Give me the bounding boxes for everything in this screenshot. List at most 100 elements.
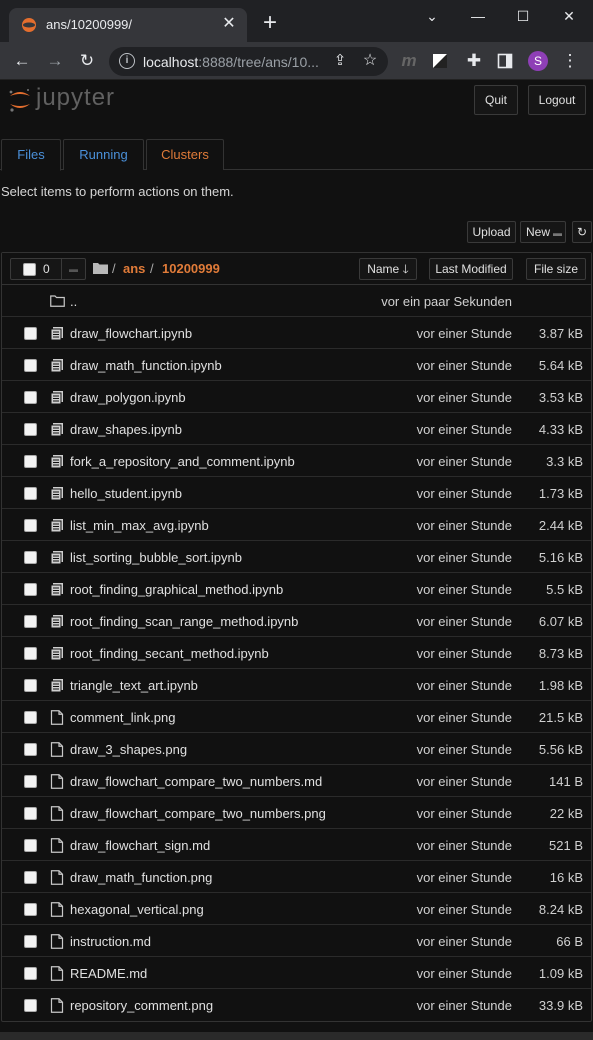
jupyter-logo-icon[interactable] [6,86,34,114]
row-checkbox[interactable] [24,423,37,436]
row-checkbox[interactable] [24,807,37,820]
parent-directory-row[interactable]: .. vor ein paar Sekunden [2,285,591,317]
breadcrumb-current[interactable]: 10200999 [162,261,220,276]
parent-directory-link[interactable]: .. [70,294,77,309]
select-all-checkbox[interactable] [23,263,36,276]
file-row[interactable]: fork_a_repository_and_comment.ipynb vor e… [2,445,591,477]
folder-icon[interactable] [93,262,108,274]
file-row[interactable]: draw_3_shapes.png vor einer Stunde 5.56 kB [2,733,591,765]
file-name-link[interactable]: repository_comment.png [70,998,213,1013]
sort-by-size-button[interactable]: File size [526,258,586,280]
row-checkbox[interactable] [24,519,37,532]
row-checkbox[interactable] [24,999,37,1012]
sort-by-name-button[interactable]: Name 🡓 [359,258,417,280]
file-row[interactable]: README.md vor einer Stunde 1.09 kB [2,957,591,989]
profile-avatar[interactable]: S [528,51,548,71]
file-row[interactable]: hello_student.ipynb vor einer Stunde 1.73 … [2,477,591,509]
menu-kebab-icon[interactable]: ⋮ [559,50,581,72]
reload-icon[interactable]: ↻ [76,50,98,72]
browser-tab[interactable]: ans/10200999/ ✕ [9,8,247,42]
row-checkbox[interactable] [24,647,37,660]
file-row[interactable]: draw_flowchart.ipynb vor einer Stunde 3.87… [2,317,591,349]
file-row[interactable]: root_finding_scan_range_method.ipynb vor … [2,605,591,637]
file-name-link[interactable]: comment_link.png [70,710,176,725]
file-name-link[interactable]: draw_polygon.ipynb [70,390,186,405]
file-row[interactable]: root_finding_graphical_method.ipynb vor e… [2,573,591,605]
extensions-puzzle-icon[interactable]: ✚ [463,50,485,72]
side-panel-icon[interactable] [497,53,513,69]
file-name-link[interactable]: draw_flowchart_compare_two_numbers.md [70,774,322,789]
file-name-link[interactable]: hello_student.ipynb [70,486,182,501]
row-checkbox[interactable] [24,935,37,948]
file-row[interactable]: list_sorting_bubble_sort.ipynb vor einer … [2,541,591,573]
row-checkbox[interactable] [24,679,37,692]
breadcrumb-ans[interactable]: ans [123,261,145,276]
file-name-link[interactable]: fork_a_repository_and_comment.ipynb [70,454,295,469]
file-name-link[interactable]: list_min_max_avg.ipynb [70,518,209,533]
row-checkbox[interactable] [24,615,37,628]
file-row[interactable]: draw_flowchart_compare_two_numbers.png vo… [2,797,591,829]
file-row[interactable]: root_finding_secant_method.ipynb vor eine… [2,637,591,669]
tab-running[interactable]: Running [63,139,144,170]
file-name-link[interactable]: instruction.md [70,934,151,949]
file-name-link[interactable]: root_finding_secant_method.ipynb [70,646,269,661]
file-name-link[interactable]: draw_flowchart_compare_two_numbers.png [70,806,326,821]
file-name-link[interactable]: list_sorting_bubble_sort.ipynb [70,550,242,565]
info-icon[interactable]: i [119,53,135,69]
new-dropdown-button[interactable]: New ▬ [520,221,566,243]
file-name-link[interactable]: draw_flowchart_sign.md [70,838,210,853]
url-text[interactable]: localhost:8888/tree/ans/10... [143,54,319,70]
row-checkbox[interactable] [24,775,37,788]
quit-button[interactable]: Quit [474,85,518,115]
file-row[interactable]: comment_link.png vor einer Stunde 21.5 kB [2,701,591,733]
row-checkbox[interactable] [24,839,37,852]
bookmark-star-icon[interactable]: ☆ [359,50,381,72]
back-icon[interactable]: ← [11,50,33,72]
close-window-icon[interactable]: ✕ [552,4,586,28]
file-name-link[interactable]: README.md [70,966,147,981]
extension-m-icon[interactable]: m [398,50,420,72]
file-name-link[interactable]: draw_3_shapes.png [70,742,187,757]
tab-clusters[interactable]: Clusters [146,139,224,170]
select-all-group[interactable]: 0 ▬ [10,258,86,280]
file-name-link[interactable]: root_finding_graphical_method.ipynb [70,582,283,597]
close-tab-icon[interactable]: ✕ [219,14,239,34]
file-row[interactable]: repository_comment.png vor einer Stunde 33… [2,989,591,1021]
refresh-button[interactable]: ↻ [572,221,592,243]
row-checkbox[interactable] [24,455,37,468]
file-name-link[interactable]: root_finding_scan_range_method.ipynb [70,614,298,629]
file-name-link[interactable]: hexagonal_vertical.png [70,902,204,917]
file-row[interactable]: draw_shapes.ipynb vor einer Stunde 4.33 kB [2,413,591,445]
file-row[interactable]: triangle_text_art.ipynb vor einer Stunde 1… [2,669,591,701]
file-row[interactable]: draw_math_function.png vor einer Stunde 16… [2,861,591,893]
new-tab-icon[interactable]: + [258,11,282,36]
file-name-link[interactable]: triangle_text_art.ipynb [70,678,198,693]
logout-button[interactable]: Logout [528,85,586,115]
row-checkbox[interactable] [24,583,37,596]
minimize-icon[interactable]: — [461,4,495,28]
row-checkbox[interactable] [24,487,37,500]
share-icon[interactable]: ⇪ [329,50,351,72]
upload-button[interactable]: Upload [467,221,516,243]
row-checkbox[interactable] [24,327,37,340]
file-name-link[interactable]: draw_shapes.ipynb [70,422,182,437]
file-row[interactable]: draw_math_function.ipynb vor einer Stunde… [2,349,591,381]
row-checkbox[interactable] [24,711,37,724]
address-bar[interactable]: i localhost:8888/tree/ans/10... ⇪ ☆ [109,47,388,76]
file-row[interactable]: draw_polygon.ipynb vor einer Stunde 3.53 k… [2,381,591,413]
selection-dropdown-icon[interactable]: ▬ [61,259,85,279]
file-row[interactable]: instruction.md vor einer Stunde 66 B [2,925,591,957]
file-name-link[interactable]: draw_flowchart.ipynb [70,326,192,341]
row-checkbox[interactable] [24,967,37,980]
file-row[interactable]: hexagonal_vertical.png vor einer Stunde 8.… [2,893,591,925]
file-row[interactable]: list_min_max_avg.ipynb vor einer Stunde 2.… [2,509,591,541]
row-checkbox[interactable] [24,551,37,564]
horizontal-scrollbar[interactable] [0,1032,593,1040]
chevron-down-icon[interactable]: ⌄ [415,4,449,28]
file-name-link[interactable]: draw_math_function.png [70,870,212,885]
dark-mode-extension-icon[interactable] [432,53,448,69]
tab-files[interactable]: Files [1,139,61,171]
row-checkbox[interactable] [24,871,37,884]
row-checkbox[interactable] [24,391,37,404]
file-row[interactable]: draw_flowchart_sign.md vor einer Stunde 52… [2,829,591,861]
